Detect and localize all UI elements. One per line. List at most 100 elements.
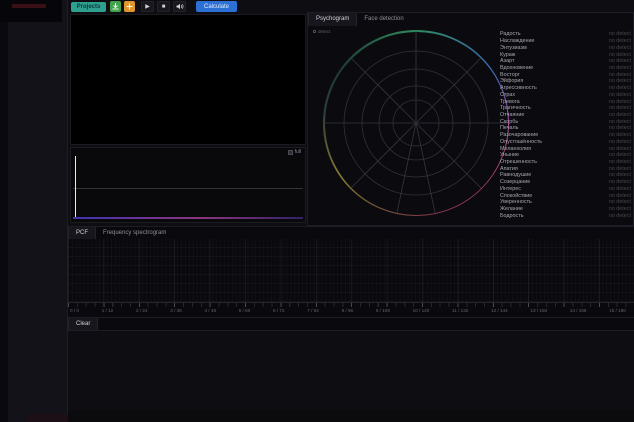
emotion-label: Равнодушие: [500, 172, 531, 178]
emotion-value: no detect: [609, 119, 631, 125]
tab-face-detection[interactable]: Face detection: [357, 13, 410, 26]
time-axis-label: 0 / 0: [70, 308, 79, 313]
speaker-icon: [176, 3, 184, 10]
time-axis-label: 4 / 48: [205, 308, 217, 313]
emotion-value: no detect: [609, 139, 631, 145]
waveform-panel: full: [70, 147, 306, 223]
sidebar-footer-strip: [28, 414, 68, 422]
video-preview: [70, 14, 306, 145]
emotion-label: Уныние: [500, 152, 519, 158]
time-axis-label: 7 / 84: [307, 308, 319, 313]
emotion-label: Наслаждение: [500, 38, 534, 44]
emotion-row: Опустошённость no detect: [500, 139, 631, 146]
emotion-row: Меланхолия no detect: [500, 145, 631, 152]
emotion-label: Скорбь: [500, 119, 518, 125]
emotion-row: Интерес no detect: [500, 186, 631, 193]
emotion-row: Энтузиазм no detect: [500, 44, 631, 51]
emotion-row: Бодрость no detect: [500, 212, 631, 219]
emotion-label: Уверенность: [500, 199, 532, 205]
time-axis-label: 15 / 180: [609, 308, 626, 313]
stop-button[interactable]: ■: [157, 1, 170, 12]
emotion-value: no detect: [609, 125, 631, 131]
emotion-value: no detect: [609, 213, 631, 219]
emotion-row: Апатия no detect: [500, 165, 631, 172]
emotion-label: Созерцание: [500, 179, 530, 185]
emotion-value: no detect: [609, 193, 631, 199]
emotion-label: Энтузиазм: [500, 45, 527, 51]
emotion-value: no detect: [609, 52, 631, 58]
time-axis-label: 8 / 96: [342, 308, 354, 313]
emotion-value: no detect: [609, 45, 631, 51]
emotion-row: Уверенность no detect: [500, 199, 631, 206]
emotion-row: Отрешенность no detect: [500, 159, 631, 166]
emotion-label: Трагичность: [500, 105, 531, 111]
tab-frequency-spectrogram[interactable]: Frequency spectrogram: [96, 227, 173, 239]
emotion-value: no detect: [609, 146, 631, 152]
projects-button[interactable]: Projects: [71, 2, 106, 12]
clear-button[interactable]: Clear: [68, 318, 98, 330]
emotion-label: Отрешенность: [500, 159, 537, 165]
emotion-value: no detect: [609, 105, 631, 111]
emotion-row: Тревога no detect: [500, 98, 631, 105]
audio-button[interactable]: [173, 1, 186, 12]
play-button[interactable]: ▶: [141, 1, 154, 12]
emotion-label: Отчаяние: [500, 112, 524, 118]
emotion-label: Кураж: [500, 52, 515, 58]
emotion-value: no detect: [609, 132, 631, 138]
emotion-row: Кураж no detect: [500, 51, 631, 58]
time-axis-label: 13 / 156: [530, 308, 547, 313]
emotion-label: Страх: [500, 92, 515, 98]
time-axis-label: 1 / 12: [102, 308, 114, 313]
emotion-value: no detect: [609, 72, 631, 78]
emotion-row: Созерцание no detect: [500, 179, 631, 186]
emotion-label: Вдохновение: [500, 65, 533, 71]
emotion-value: no detect: [609, 92, 631, 98]
emotion-value: no detect: [609, 166, 631, 172]
emotion-value: no detect: [609, 179, 631, 185]
emotion-row: Спокойствие no detect: [500, 192, 631, 199]
emotion-row: Скорбь no detect: [500, 118, 631, 125]
emotion-row: Эйфория no detect: [500, 78, 631, 85]
save-button[interactable]: [110, 1, 121, 12]
waveform-playhead[interactable]: [75, 156, 76, 217]
save-icon: [112, 3, 119, 10]
full-checkbox-row[interactable]: full: [288, 149, 301, 155]
tab-pcf[interactable]: PCF: [68, 227, 96, 239]
emotion-value: no detect: [609, 206, 631, 212]
time-axis-label: 6 / 72: [273, 308, 285, 313]
emotion-label: Эйфория: [500, 78, 523, 84]
emotion-label: Агрессивность: [500, 85, 537, 91]
emotion-label: Интерес: [500, 186, 521, 192]
add-icon: [126, 3, 133, 10]
time-axis-label: 10 / 120: [413, 308, 430, 313]
emotion-label: Азарт: [500, 58, 514, 64]
waveform-canvas[interactable]: [73, 156, 303, 219]
emotion-row: Трагичность no detect: [500, 105, 631, 112]
spectrogram-grid: [68, 239, 634, 303]
full-checkbox[interactable]: [288, 150, 293, 155]
time-axis-labels: 0 / 01 / 122 / 243 / 364 / 485 / 606 / 7…: [70, 308, 626, 313]
emotion-row: Печаль no detect: [500, 125, 631, 132]
footer-strip: [68, 410, 634, 422]
emotion-value: no detect: [609, 38, 631, 44]
emotion-value: no detect: [609, 85, 631, 91]
time-axis-label: 5 / 60: [239, 308, 251, 313]
calculate-button[interactable]: Calculate: [196, 1, 237, 12]
emotion-value: no detect: [609, 58, 631, 64]
emotion-value: no detect: [609, 31, 631, 37]
app-window: { "toolbar": { "projects_button": "Proje…: [0, 0, 634, 422]
emotion-row: Наслаждение no detect: [500, 38, 631, 45]
emotion-value: no detect: [609, 78, 631, 84]
stop-icon: ■: [162, 2, 166, 12]
emotion-label: Разочарование: [500, 132, 538, 138]
emotion-label: Апатия: [500, 166, 518, 172]
tab-psychogram[interactable]: Psychogram: [308, 13, 357, 26]
psychogram-tabbar: Psychogram Face detection: [308, 13, 633, 26]
emotion-label: Тревога: [500, 99, 520, 105]
play-icon: ▶: [145, 2, 150, 12]
detect-checkbox[interactable]: [313, 30, 316, 33]
sidebar-header: [0, 0, 62, 22]
sidebar: [0, 0, 68, 422]
open-button[interactable]: [124, 1, 135, 12]
emotion-row: Отчаяние no detect: [500, 112, 631, 119]
